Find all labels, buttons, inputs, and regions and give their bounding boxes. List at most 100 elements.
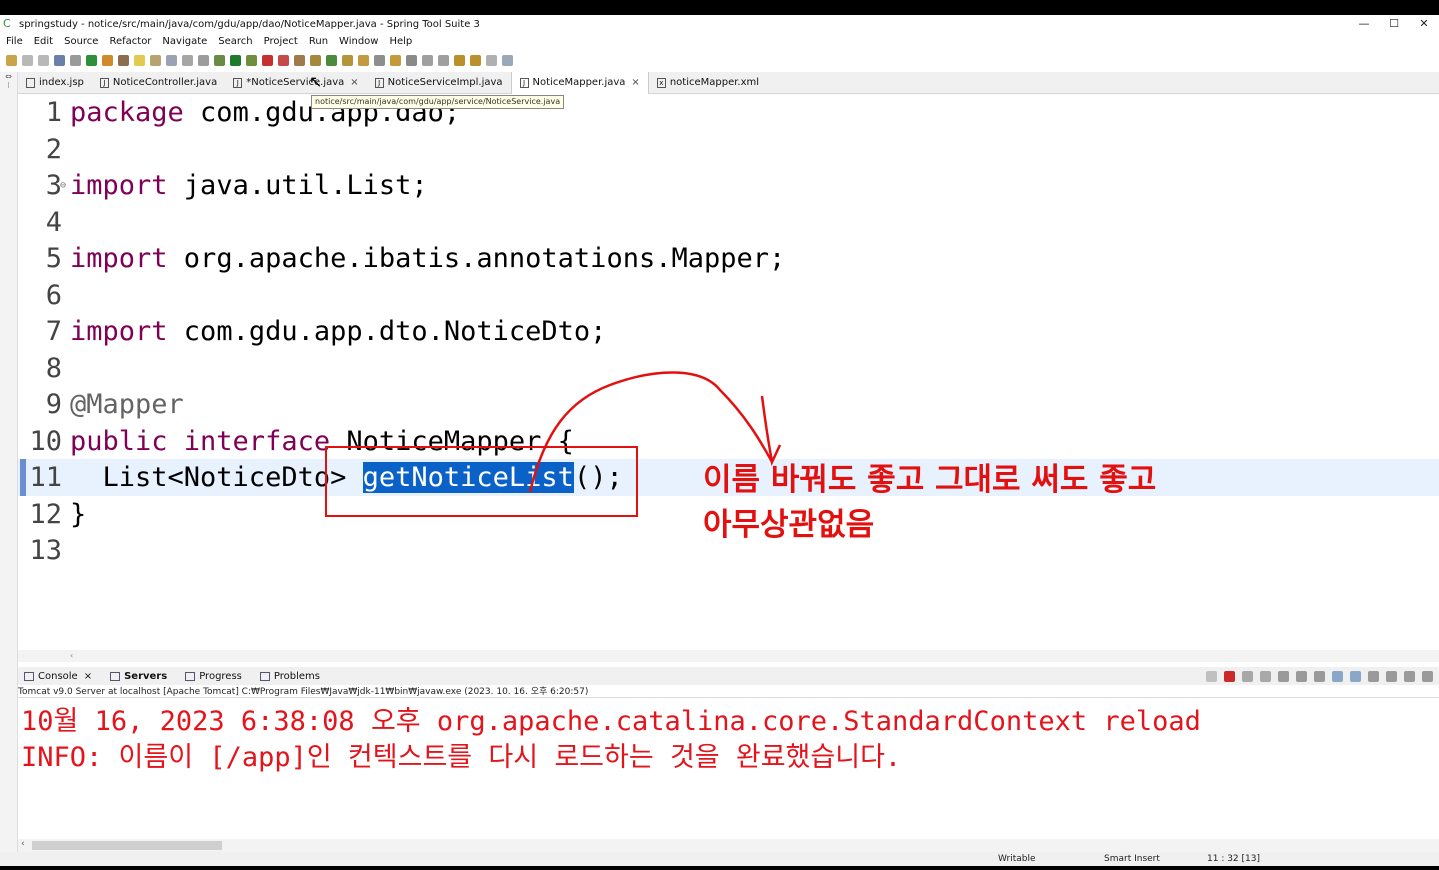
tab-servers[interactable]: Servers bbox=[104, 671, 167, 682]
globe-icon[interactable] bbox=[406, 54, 417, 66]
close-tab-icon[interactable]: × bbox=[350, 77, 358, 88]
show-on-stdout-icon[interactable] bbox=[1332, 671, 1343, 682]
menu-window[interactable]: Window bbox=[339, 36, 378, 47]
stop-icon[interactable] bbox=[262, 54, 273, 66]
line-number: 13 bbox=[29, 535, 62, 566]
mouse-pointer-icon: ↖ bbox=[309, 72, 323, 91]
code-text: import org.apache.ibatis.annotations.Map… bbox=[70, 240, 785, 277]
open-console-icon[interactable] bbox=[1404, 671, 1415, 682]
open-type-icon[interactable] bbox=[342, 54, 353, 66]
tab-notice-controller[interactable]: J NoticeController.java bbox=[92, 72, 225, 94]
code-text: import java.util.List; bbox=[70, 167, 428, 204]
remove-launch-icon[interactable] bbox=[1242, 671, 1253, 682]
tab-console[interactable]: Console × bbox=[18, 671, 92, 682]
code-rest: java.util.List; bbox=[167, 170, 428, 201]
scroll-lock-icon[interactable] bbox=[1296, 671, 1307, 682]
open-folder-icon[interactable] bbox=[390, 54, 401, 66]
next-annotation-icon[interactable] bbox=[422, 54, 433, 66]
back-icon[interactable] bbox=[470, 54, 481, 66]
block-select-icon[interactable] bbox=[166, 54, 177, 66]
clear-console-icon[interactable] bbox=[1278, 671, 1289, 682]
code-line[interactable]: 9 @Mapper bbox=[18, 386, 1439, 423]
console-horizontal-scrollbar[interactable]: ‹ bbox=[18, 839, 1439, 852]
line-number: 10 bbox=[29, 426, 62, 457]
code-line[interactable]: 7 import com.gdu.app.dto.NoticeDto; bbox=[18, 313, 1439, 350]
tab-progress[interactable]: Progress bbox=[179, 671, 242, 682]
scroll-left-icon[interactable]: ‹ bbox=[21, 839, 25, 849]
menu-search[interactable]: Search bbox=[218, 36, 252, 47]
annotation-nav-icon[interactable] bbox=[198, 54, 209, 66]
close-window-button[interactable]: ✕ bbox=[1409, 15, 1439, 33]
code-line[interactable]: 6 bbox=[18, 277, 1439, 314]
maximize-button[interactable]: ☐ bbox=[1379, 15, 1409, 33]
debug-icon[interactable] bbox=[214, 54, 225, 66]
search-icon[interactable] bbox=[374, 54, 385, 66]
tab-notice-mapper-xml[interactable]: x noticeMapper.xml bbox=[649, 72, 767, 94]
terminal-icon[interactable] bbox=[54, 54, 65, 66]
run-icon[interactable] bbox=[230, 54, 241, 66]
new-package-icon[interactable] bbox=[310, 54, 321, 66]
tab-problems[interactable]: Problems bbox=[254, 671, 320, 682]
menu-file[interactable]: File bbox=[6, 36, 23, 47]
tab-notice-service[interactable]: J *NoticeService.java × bbox=[225, 72, 366, 94]
tab-notice-mapper[interactable]: J NoticeMapper.java × bbox=[510, 71, 649, 94]
external-tools-icon[interactable] bbox=[278, 54, 289, 66]
open-task-icon[interactable] bbox=[358, 54, 369, 66]
menu-navigate[interactable]: Navigate bbox=[162, 36, 207, 47]
scrollbar-thumb[interactable] bbox=[32, 841, 222, 850]
tab-notice-service-impl[interactable]: J NoticeServiceImpl.java bbox=[367, 72, 511, 94]
console-output[interactable]: 10월 16, 2023 6:38:08 오후 org.apache.catal… bbox=[18, 699, 1439, 839]
new-wizard-icon[interactable] bbox=[6, 54, 17, 66]
terminate-icon[interactable] bbox=[1224, 671, 1235, 682]
editor-horizontal-scrollbar[interactable]: ‹ bbox=[18, 650, 1439, 662]
word-wrap-icon[interactable] bbox=[1314, 671, 1325, 682]
menu-project[interactable]: Project bbox=[264, 36, 298, 47]
close-tab-icon[interactable]: × bbox=[84, 671, 92, 682]
boot-dashboard-icon[interactable] bbox=[86, 54, 97, 66]
coverage-icon[interactable] bbox=[246, 54, 257, 66]
forward-icon[interactable] bbox=[486, 54, 497, 66]
tab-index-jsp[interactable]: index.jsp bbox=[18, 72, 92, 94]
highlight-icon[interactable] bbox=[134, 54, 145, 66]
mark-occurrences-icon[interactable] bbox=[150, 54, 161, 66]
tab-label: Progress bbox=[199, 670, 242, 682]
show-on-stderr-icon[interactable] bbox=[1350, 671, 1361, 682]
minimize-button[interactable]: — bbox=[1349, 15, 1379, 33]
code-line[interactable]: 1 package com.gdu.app.dao; bbox=[18, 94, 1439, 131]
code-line[interactable]: 3 ⊖ import java.util.List; bbox=[18, 167, 1439, 204]
refresh-icon[interactable] bbox=[102, 54, 113, 66]
view-menu-icon[interactable] bbox=[1422, 671, 1433, 682]
new-class-icon[interactable] bbox=[326, 54, 337, 66]
display-console-icon[interactable] bbox=[1386, 671, 1397, 682]
code-line[interactable]: 4 bbox=[18, 204, 1439, 241]
menu-run[interactable]: Run bbox=[309, 36, 328, 47]
pin-editor-icon[interactable] bbox=[502, 54, 513, 66]
code-line[interactable]: 5 import org.apache.ibatis.annotations.M… bbox=[18, 240, 1439, 277]
skip-breakpoints-icon[interactable] bbox=[70, 54, 81, 66]
menu-refactor[interactable]: Refactor bbox=[109, 36, 151, 47]
menu-source[interactable]: Source bbox=[64, 36, 98, 47]
spring-icon[interactable] bbox=[118, 54, 129, 66]
close-tab-icon[interactable]: × bbox=[631, 77, 639, 88]
fold-toggle-icon[interactable]: ⊖ bbox=[60, 167, 66, 204]
jsp-file-icon bbox=[26, 77, 35, 88]
code-rest: com.gdu.app.dto.NoticeDto; bbox=[167, 316, 607, 347]
pin-console-icon[interactable] bbox=[1368, 671, 1379, 682]
save-all-icon[interactable] bbox=[38, 54, 49, 66]
menu-help[interactable]: Help bbox=[389, 36, 412, 47]
link-icon[interactable] bbox=[1206, 671, 1217, 682]
save-icon[interactable] bbox=[22, 54, 33, 66]
new-java-project-icon[interactable] bbox=[294, 54, 305, 66]
code-line[interactable]: 8 bbox=[18, 350, 1439, 387]
tab-label: Problems bbox=[273, 670, 320, 682]
remove-all-icon[interactable] bbox=[1260, 671, 1271, 682]
code-editor[interactable]: 1 package com.gdu.app.dao; 2 3 ⊖ import … bbox=[18, 94, 1439, 650]
line-number: 4 bbox=[45, 207, 62, 238]
code-line[interactable]: 2 bbox=[18, 131, 1439, 168]
left-trim-stack[interactable]: ⇔ ⁝ bbox=[0, 72, 18, 867]
previous-annotation-icon[interactable] bbox=[438, 54, 449, 66]
menu-edit[interactable]: Edit bbox=[34, 36, 53, 47]
last-edit-icon[interactable] bbox=[454, 54, 465, 66]
console-process-description: Tomcat v9.0 Server at localhost [Apache … bbox=[18, 686, 1439, 698]
whitespace-icon[interactable] bbox=[182, 54, 193, 66]
